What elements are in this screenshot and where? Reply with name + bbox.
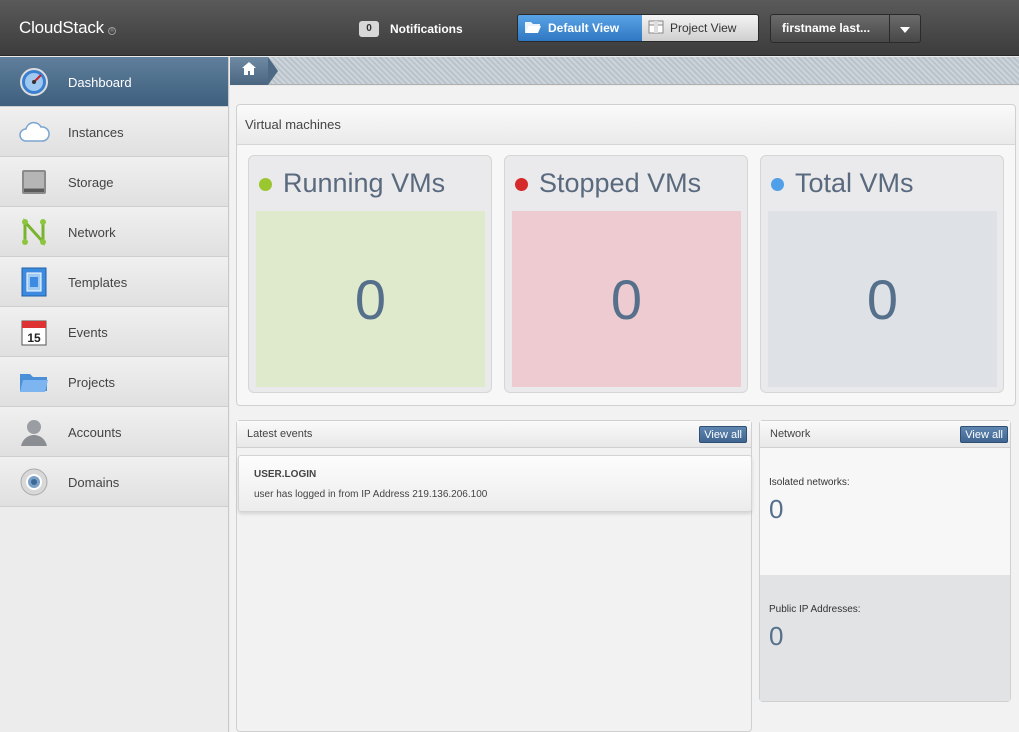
network-view-all-button[interactable]: View all [960, 426, 1008, 443]
cloud-icon [18, 117, 50, 147]
open-folder-icon [524, 20, 542, 37]
user-icon [18, 417, 50, 447]
sidebar-item-label: Instances [68, 125, 124, 140]
sidebar-item-accounts[interactable]: Accounts [0, 407, 228, 457]
stopped-status-dot [515, 178, 528, 191]
dashboard-icon [18, 67, 50, 97]
default-view-label: Default View [548, 21, 620, 35]
sidebar-item-label: Dashboard [68, 75, 132, 90]
network-heading: Network [770, 428, 811, 440]
sidebar-item-label: Storage [68, 175, 114, 190]
sidebar-item-label: Events [68, 325, 108, 340]
sidebar-item-dashboard[interactable]: Dashboard [0, 57, 228, 107]
sidebar-item-events[interactable]: 15 Events [0, 307, 228, 357]
isolated-networks-value: 0 [769, 494, 784, 524]
sidebar-item-templates[interactable]: Templates [0, 257, 228, 307]
network-header: Network View all [760, 421, 1010, 448]
running-vms-title: Running VMs [283, 168, 446, 198]
stopped-vms-title: Stopped VMs [539, 168, 702, 198]
calendar-icon: 15 [18, 317, 50, 347]
view-switcher: Default View Project View [517, 14, 759, 42]
isolated-networks-block: Isolated networks: 0 [760, 448, 1010, 575]
top-header: CloudStack ® 0 Notifications Default Vie… [0, 0, 1019, 56]
breadcrumb [230, 57, 1019, 85]
total-vms-title: Total VMs [795, 168, 914, 198]
folder-icon [18, 367, 50, 397]
sidebar-item-label: Accounts [68, 425, 122, 440]
latest-events-header: Latest events View all [237, 421, 751, 448]
total-vms-value: 0 [768, 211, 997, 387]
home-icon [242, 62, 256, 80]
running-vms-value: 0 [256, 211, 485, 387]
app-logo[interactable]: CloudStack [19, 18, 104, 38]
storage-icon [18, 167, 50, 197]
network-icon [18, 217, 50, 247]
running-status-dot [259, 178, 272, 191]
notifications-count-badge[interactable]: 0 [359, 21, 379, 37]
sidebar-item-instances[interactable]: Instances [0, 107, 228, 157]
templates-icon [18, 267, 50, 297]
sidebar-item-network[interactable]: Network [0, 207, 228, 257]
isolated-networks-label: Isolated networks: [769, 477, 850, 488]
event-description: user has logged in from IP Address 219.1… [254, 489, 488, 500]
stopped-vms-value: 0 [512, 211, 741, 387]
registered-mark: ® [108, 27, 116, 35]
sidebar-nav: Dashboard Instances Storage Network Temp… [0, 57, 229, 732]
public-ip-label: Public IP Addresses: [769, 604, 861, 615]
sidebar-item-label: Network [68, 225, 116, 240]
domains-icon [18, 467, 50, 497]
event-title: USER.LOGIN [254, 469, 317, 480]
svg-text:15: 15 [27, 331, 41, 345]
default-view-button[interactable]: Default View [518, 15, 642, 41]
total-status-dot [771, 178, 784, 191]
sidebar-item-domains[interactable]: Domains [0, 457, 228, 507]
user-name: firstname last... [782, 21, 871, 35]
virtual-machines-heading: Virtual machines [237, 105, 1015, 145]
main-content: Virtual machines Running VMs 0 Stopped V… [230, 86, 1019, 732]
public-ip-block: Public IP Addresses: 0 [760, 575, 1010, 701]
project-box-icon [648, 20, 664, 37]
user-menu-dropdown[interactable] [889, 15, 920, 42]
project-view-button[interactable]: Project View [641, 15, 758, 41]
notifications-link[interactable]: Notifications [390, 22, 463, 36]
sidebar-item-label: Templates [68, 275, 128, 290]
sidebar-item-storage[interactable]: Storage [0, 157, 228, 207]
public-ip-value: 0 [769, 621, 784, 651]
total-vms-card[interactable]: Total VMs 0 [760, 155, 1004, 393]
events-view-all-button[interactable]: View all [699, 426, 747, 443]
network-panel: Network View all Isolated networks: 0 Pu… [759, 420, 1011, 702]
latest-events-panel: Latest events View all USER.LOGIN user h… [236, 420, 752, 732]
sidebar-item-label: Domains [68, 475, 120, 490]
sidebar-item-projects[interactable]: Projects [0, 357, 228, 407]
sidebar-item-label: Projects [68, 375, 115, 390]
home-breadcrumb[interactable] [230, 57, 278, 85]
project-view-label: Project View [669, 21, 737, 35]
latest-events-heading: Latest events [247, 428, 313, 440]
stopped-vms-card[interactable]: Stopped VMs 0 [504, 155, 748, 393]
chevron-down-icon [900, 20, 910, 38]
event-item[interactable]: USER.LOGIN user has logged in from IP Ad… [238, 455, 752, 512]
user-menu-button[interactable]: firstname last... [770, 14, 921, 43]
virtual-machines-panel: Virtual machines Running VMs 0 Stopped V… [236, 104, 1016, 406]
running-vms-card[interactable]: Running VMs 0 [248, 155, 492, 393]
